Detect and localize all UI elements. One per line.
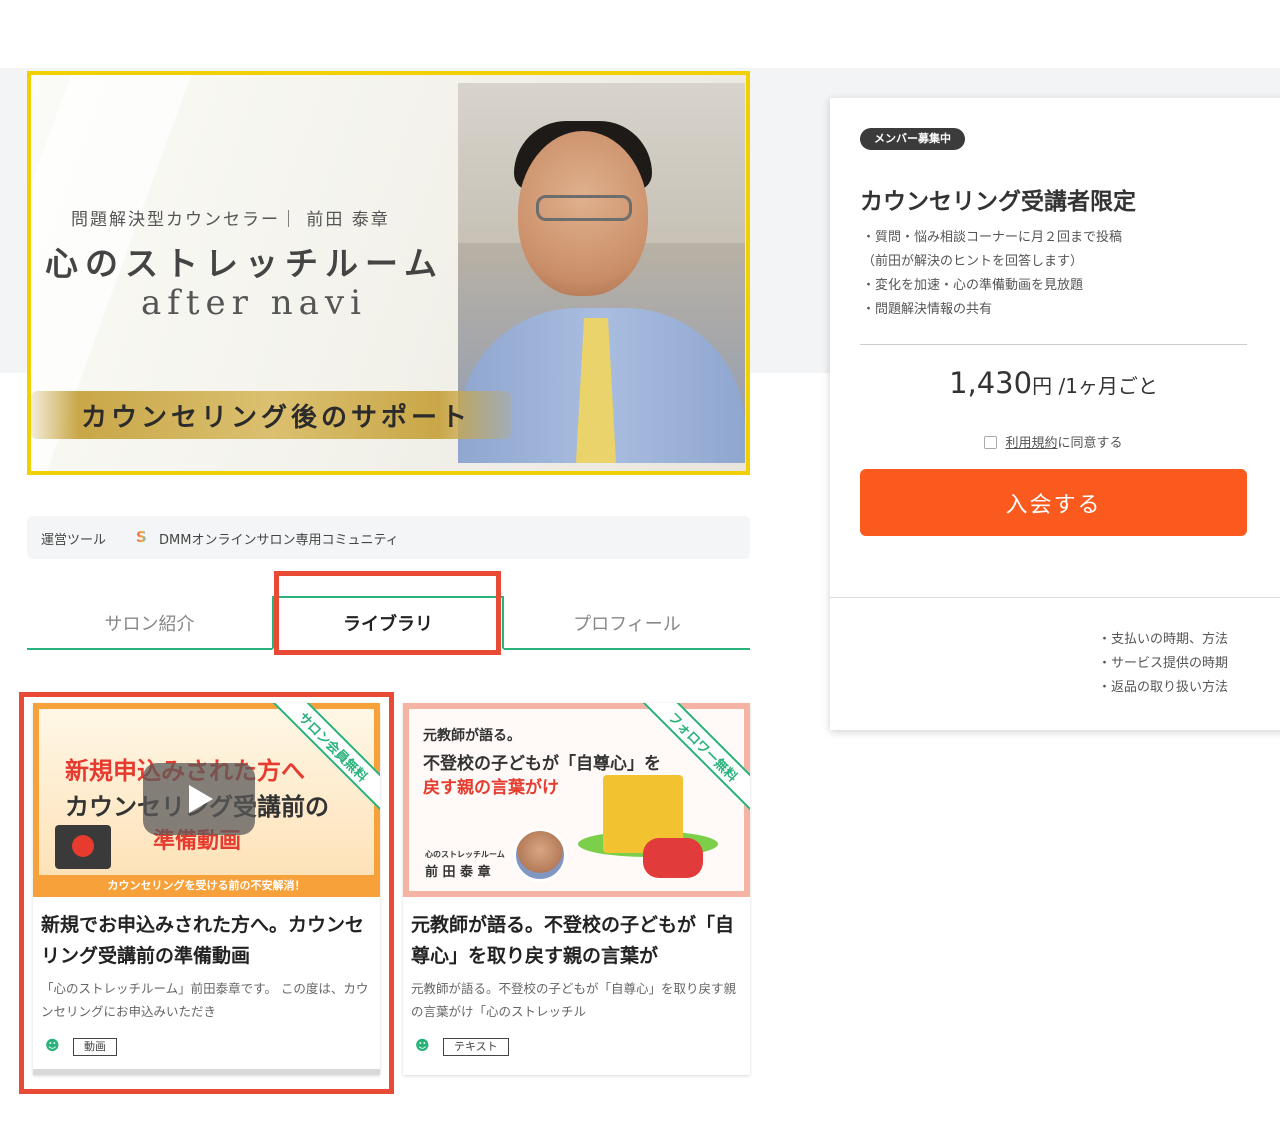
author-avatar xyxy=(513,828,567,882)
salon-tabs: サロン紹介 ライブラリ プロフィール xyxy=(27,596,750,650)
plan-features: ・質問・悩み相談コーナーに月２回まで投稿 （前田が解決のヒントを回答します） ・… xyxy=(862,226,1122,322)
card-title[interactable]: 元教師が語る。不登校の子どもが「自尊心」を取り戻す親の言葉が xyxy=(411,910,741,972)
card-thumbnail[interactable]: 元教師が語る。 不登校の子どもが「自尊心」を 戻す親の言葉がけ 心のストレッチル… xyxy=(403,703,750,897)
hero-title: 心のストレッチルーム xyxy=(45,244,445,283)
thumb-headline: 不登校の子どもが「自尊心」を xyxy=(423,754,661,774)
video-film-icon xyxy=(55,825,111,869)
terms-link[interactable]: 利用規約 xyxy=(1005,436,1057,451)
card-title[interactable]: 新規でお申込みされた方へ。カウンセリング受講前の準備動画 xyxy=(41,910,371,972)
card-thumbnail[interactable]: 新規申込みされた方へ カウンセリング受講前の 準備動画 カウンセリングを受ける前… xyxy=(33,703,380,897)
policy-link-returns[interactable]: ・返品の取り扱い方法 xyxy=(1098,676,1228,700)
hero-subtitle: after navi xyxy=(141,283,367,323)
price-unit: 円 /1ヶ月ごと xyxy=(1032,374,1158,398)
tab-library[interactable]: ライブラリ xyxy=(272,596,504,650)
policy-link-payment[interactable]: ・支払いの時期、方法 xyxy=(1098,628,1228,652)
divider xyxy=(830,597,1280,598)
content-type-badge: 動画 xyxy=(73,1038,117,1056)
dmm-logo-icon: S xyxy=(136,528,147,546)
policy-links: ・支払いの時期、方法 ・サービス提供の時期 ・返品の取り扱い方法 xyxy=(1098,628,1228,700)
play-button-icon[interactable] xyxy=(143,763,255,835)
library-card[interactable]: 元教師が語る。 不登校の子どもが「自尊心」を 戻す親の言葉がけ 心のストレッチル… xyxy=(403,703,750,1075)
library-card[interactable]: 新規申込みされた方へ カウンセリング受講前の 準備動画 カウンセリングを受ける前… xyxy=(33,703,380,1075)
operating-tool-label: 運営ツール xyxy=(41,533,107,548)
thumb-headline: 元教師が語る。 xyxy=(423,728,521,744)
operating-tool-bar: 運営ツール S DMMオンラインサロン専用コミュニティ xyxy=(27,516,750,559)
card-description: 元教師が語る。不登校の子どもが「自尊心」を取り戻す親の言葉がけ「心のストレッチル xyxy=(411,981,737,1019)
membership-plan-panel: メンバー募集中 カウンセリング受講者限定 ・質問・悩み相談コーナーに月２回まで投… xyxy=(830,98,1280,730)
terms-agreement: 利用規約に同意する xyxy=(860,432,1247,451)
tab-profile[interactable]: プロフィール xyxy=(504,596,750,650)
salon-hero-image: 問題解決型カウンセラー｜ 前田 泰章 心のストレッチルーム after navi… xyxy=(27,71,750,475)
tab-salon-intro[interactable]: サロン紹介 xyxy=(27,596,272,650)
divider xyxy=(860,344,1247,345)
card-description: 「心のストレッチルーム」前田泰章です。 この度は、カウンセリングにお申込みいただ… xyxy=(41,981,369,1019)
terms-agree-text: に同意する xyxy=(1057,436,1123,451)
thumb-brand: 心のストレッチルーム xyxy=(425,850,505,859)
thumb-footer: カウンセリングを受ける前の不安解消！ xyxy=(107,879,306,892)
price-amount: 1,430 xyxy=(949,366,1033,400)
content-type-badge: テキスト xyxy=(443,1038,509,1056)
join-button[interactable]: 入会する xyxy=(860,469,1247,536)
lock-icon: ☻ xyxy=(45,1038,60,1054)
plan-name: カウンセリング受講者限定 xyxy=(860,189,1136,215)
hero-tagline: 問題解決型カウンセラー｜ 前田 泰章 xyxy=(71,210,390,230)
plan-feature: （前田が解決のヒントを回答します） xyxy=(862,254,1084,269)
plan-price: 1,430円 /1ヶ月ごと xyxy=(860,366,1247,400)
policy-link-service[interactable]: ・サービス提供の時期 xyxy=(1098,652,1228,676)
terms-checkbox[interactable] xyxy=(984,436,998,449)
recruiting-badge: メンバー募集中 xyxy=(860,128,965,150)
hero-banner-text: カウンセリング後のサポート xyxy=(81,403,472,433)
lock-icon: ☻ xyxy=(415,1038,430,1054)
plan-feature: ・問題解決情報の共有 xyxy=(862,302,993,317)
plan-feature: ・質問・悩み相談コーナーに月２回まで投稿 xyxy=(862,230,1123,245)
thumb-author: 前 田 泰 章 xyxy=(425,865,491,880)
thumb-headline: 戻す親の言葉がけ xyxy=(423,778,559,798)
hero-inner: 問題解決型カウンセラー｜ 前田 泰章 心のストレッチルーム after navi… xyxy=(31,75,746,471)
plan-feature: ・変化を加速・心の準備動画を見放題 xyxy=(862,278,1084,293)
operating-tool-value: DMMオンラインサロン専用コミュニティ xyxy=(159,533,399,548)
